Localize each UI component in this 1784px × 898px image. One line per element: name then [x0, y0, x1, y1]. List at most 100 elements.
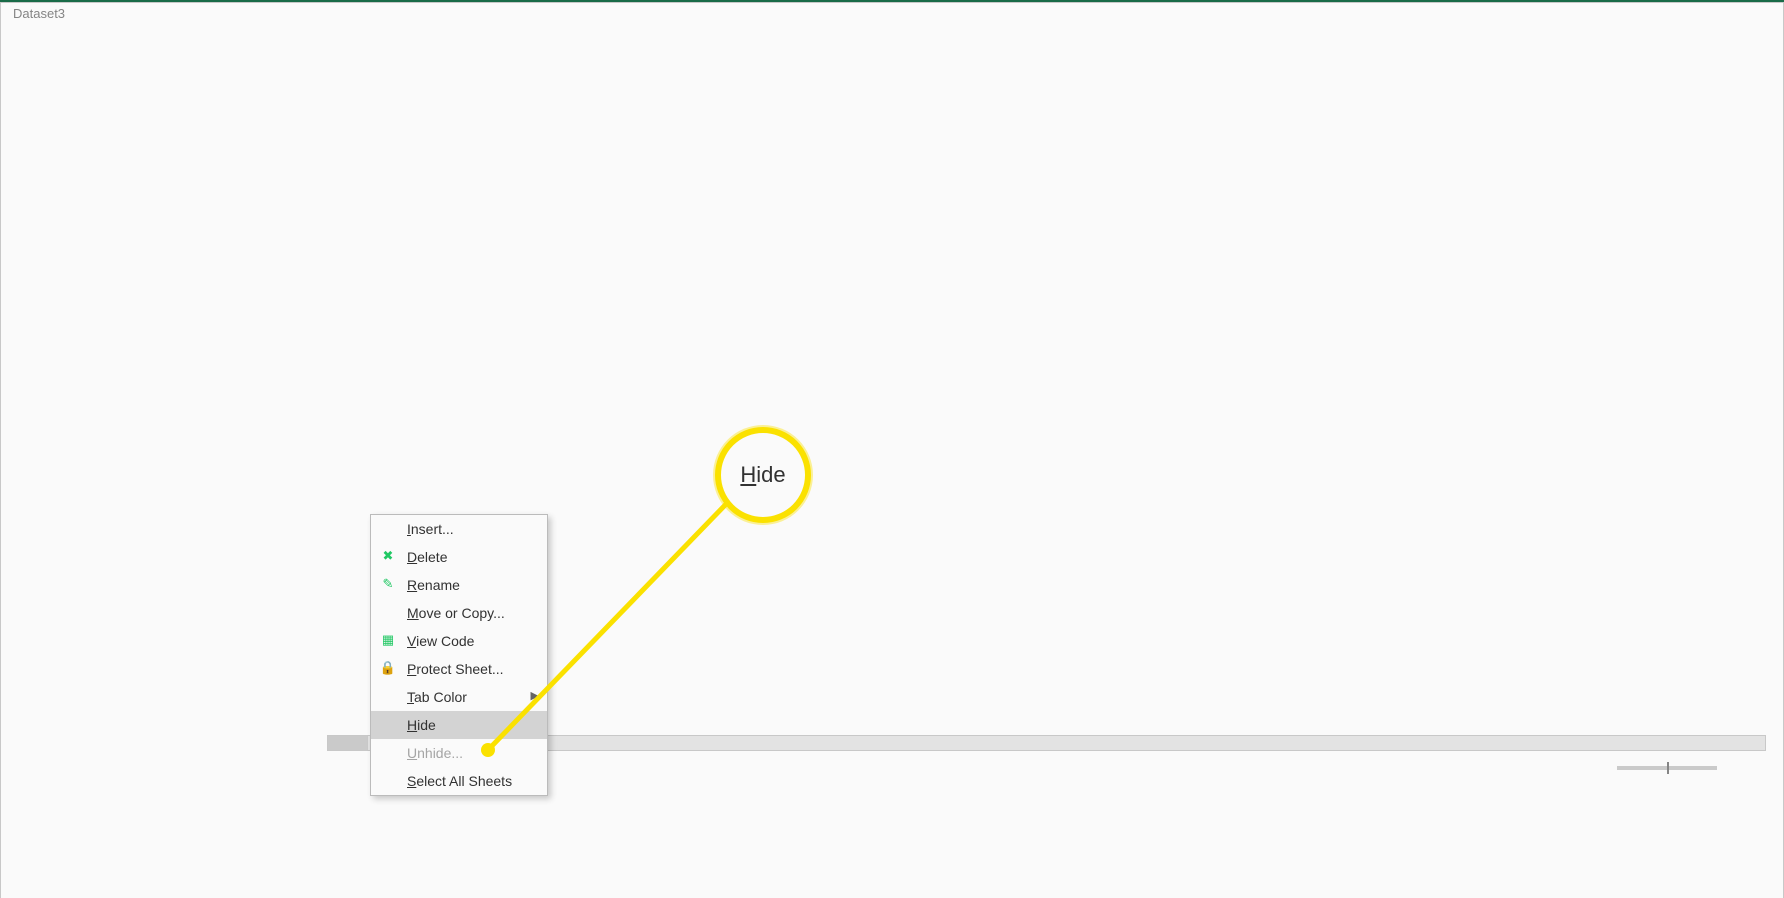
- spreadsheet-grid[interactable]: ABCDEFGHIJKLM 1PageYearMonthPageviewsUni…: [0, 205, 1784, 729]
- cell[interactable]: [1531, 572, 1661, 594]
- row-header[interactable]: 20: [0, 664, 31, 686]
- cell[interactable]: [1531, 296, 1661, 318]
- cell[interactable]: /2012/05/the-r: [31, 411, 156, 433]
- wrap-text-button[interactable]: ↩Wrap Text: [583, 95, 710, 113]
- cell[interactable]: 86.01%: [1031, 687, 1156, 709]
- cell[interactable]: 265.04: [656, 618, 781, 640]
- row-header[interactable]: 11: [0, 457, 31, 479]
- cell[interactable]: 78.24%: [1031, 618, 1156, 640]
- view-layout-icon[interactable]: ▤: [1545, 760, 1557, 776]
- cell[interactable]: 0.00: [1156, 664, 1281, 686]
- cell[interactable]: 904: [531, 411, 656, 433]
- toggle-off-icon[interactable]: Off: [65, 10, 97, 26]
- cell[interactable]: 312: [531, 664, 656, 686]
- fill-color-button[interactable]: ◧▾: [302, 118, 324, 140]
- cell[interactable]: [1406, 250, 1531, 272]
- tab-insert[interactable]: Insert: [122, 38, 188, 68]
- cell[interactable]: 92.09%: [906, 250, 1031, 272]
- increase-decimal-icon[interactable]: .0→: [827, 118, 849, 140]
- scroll-left-icon[interactable]: ◀: [317, 735, 327, 751]
- cell[interactable]: 5164: [406, 296, 531, 318]
- cell[interactable]: 0.00: [1156, 480, 1281, 502]
- cell[interactable]: 89.63%: [1031, 549, 1156, 571]
- column-header[interactable]: E: [531, 205, 656, 226]
- maximize-icon[interactable]: ◻: [1672, 10, 1718, 27]
- cell[interactable]: Page: [31, 227, 156, 249]
- cell[interactable]: 0.00: [1156, 250, 1281, 272]
- qat-dropdown-icon[interactable]: ▾: [317, 8, 337, 28]
- cell[interactable]: [156, 296, 281, 318]
- cell[interactable]: 2018: [156, 618, 281, 640]
- cell[interactable]: /2018/05/cern-: [31, 618, 156, 640]
- tab-review[interactable]: Review: [513, 38, 590, 68]
- cell[interactable]: 05: [281, 273, 406, 295]
- cell[interactable]: [1406, 342, 1531, 364]
- cell[interactable]: 674: [531, 503, 656, 525]
- cell[interactable]: [1281, 572, 1406, 594]
- cell[interactable]: 87.52%: [1031, 342, 1156, 364]
- row-header[interactable]: 7: [0, 365, 31, 387]
- cell[interactable]: [1531, 319, 1661, 341]
- cell[interactable]: 15318: [781, 250, 906, 272]
- comments-button[interactable]: 💬 Comments: [1675, 40, 1784, 68]
- cell[interactable]: /2014/06/boliv: [31, 572, 156, 594]
- tell-me-search[interactable]: 🔍 Search: [1500, 43, 1596, 68]
- cell[interactable]: 0.00: [1156, 572, 1281, 594]
- align-top-icon[interactable]: ⬒: [443, 88, 465, 110]
- enter-icon[interactable]: ✓: [144, 177, 172, 204]
- column-header[interactable]: K: [1281, 205, 1406, 226]
- cell[interactable]: Entrances: [781, 227, 906, 249]
- cell[interactable]: 2012: [156, 434, 281, 456]
- cell[interactable]: 110.67: [656, 342, 781, 364]
- cell[interactable]: 0.00: [1156, 595, 1281, 617]
- cell[interactable]: 2013: [156, 595, 281, 617]
- cell[interactable]: 3839: [531, 296, 656, 318]
- cell[interactable]: 0.00: [1156, 457, 1281, 479]
- cell[interactable]: 2015: [156, 319, 281, 341]
- clear-button[interactable]: ◇Clear ▾: [1288, 126, 1375, 144]
- sort-filter-button[interactable]: ⇅Sort & Filter: [1381, 80, 1435, 148]
- cell[interactable]: 2017: [156, 480, 281, 502]
- cell[interactable]: 1343: [531, 365, 656, 387]
- cell[interactable]: /2013/05/the-r: [31, 526, 156, 548]
- cell[interactable]: [1281, 618, 1406, 640]
- cell[interactable]: 88.22%: [906, 687, 1031, 709]
- macro-record-icon[interactable]: ▢: [64, 760, 76, 776]
- underline-button[interactable]: U: [250, 118, 272, 140]
- cell[interactable]: Year: [156, 227, 281, 249]
- cell[interactable]: 15328: [531, 250, 656, 272]
- cell[interactable]: 543: [781, 526, 906, 548]
- indent-decrease-icon[interactable]: ⇤: [521, 117, 543, 139]
- cell[interactable]: 89.47%: [906, 480, 1031, 502]
- context-menu-item[interactable]: 🔒Protect Sheet...: [371, 655, 547, 683]
- cell[interactable]: [1281, 457, 1406, 479]
- cell[interactable]: % Exit: [1031, 227, 1156, 249]
- tab-pdfelement[interactable]: PDFelement: [806, 38, 917, 68]
- cell[interactable]: [656, 365, 781, 387]
- cell[interactable]: 0.00: [1156, 365, 1281, 387]
- close-icon[interactable]: ✕: [1730, 10, 1776, 27]
- cell[interactable]: 2016: [156, 664, 281, 686]
- cell[interactable]: 0.00: [1156, 687, 1281, 709]
- cell[interactable]: [1281, 227, 1406, 249]
- column-header[interactable]: A: [31, 205, 156, 226]
- sheet-tab[interactable]: Report: [34, 732, 99, 755]
- cell[interactable]: 2012: [156, 710, 281, 732]
- cell[interactable]: /2012/05/the-r: [31, 273, 156, 295]
- cell[interactable]: [1531, 411, 1661, 433]
- cancel-icon[interactable]: ✕: [116, 177, 144, 204]
- zoom-out-icon[interactable]: −: [1602, 761, 1610, 776]
- cell[interactable]: 310.60: [656, 687, 781, 709]
- cell[interactable]: 85.19%: [1031, 365, 1156, 387]
- cell[interactable]: 2838: [406, 319, 531, 341]
- context-menu-item[interactable]: ▦View Code: [371, 627, 547, 655]
- cell[interactable]: [1281, 687, 1406, 709]
- vertical-scrollbar[interactable]: [1766, 199, 1784, 749]
- cell[interactable]: 311: [531, 641, 656, 663]
- cell[interactable]: 06: [281, 457, 406, 479]
- cell[interactable]: 1555: [406, 342, 531, 364]
- cell[interactable]: [1281, 503, 1406, 525]
- cell[interactable]: 311: [781, 641, 906, 663]
- minimize-icon[interactable]: —: [1614, 10, 1660, 26]
- cell[interactable]: 391: [781, 595, 906, 617]
